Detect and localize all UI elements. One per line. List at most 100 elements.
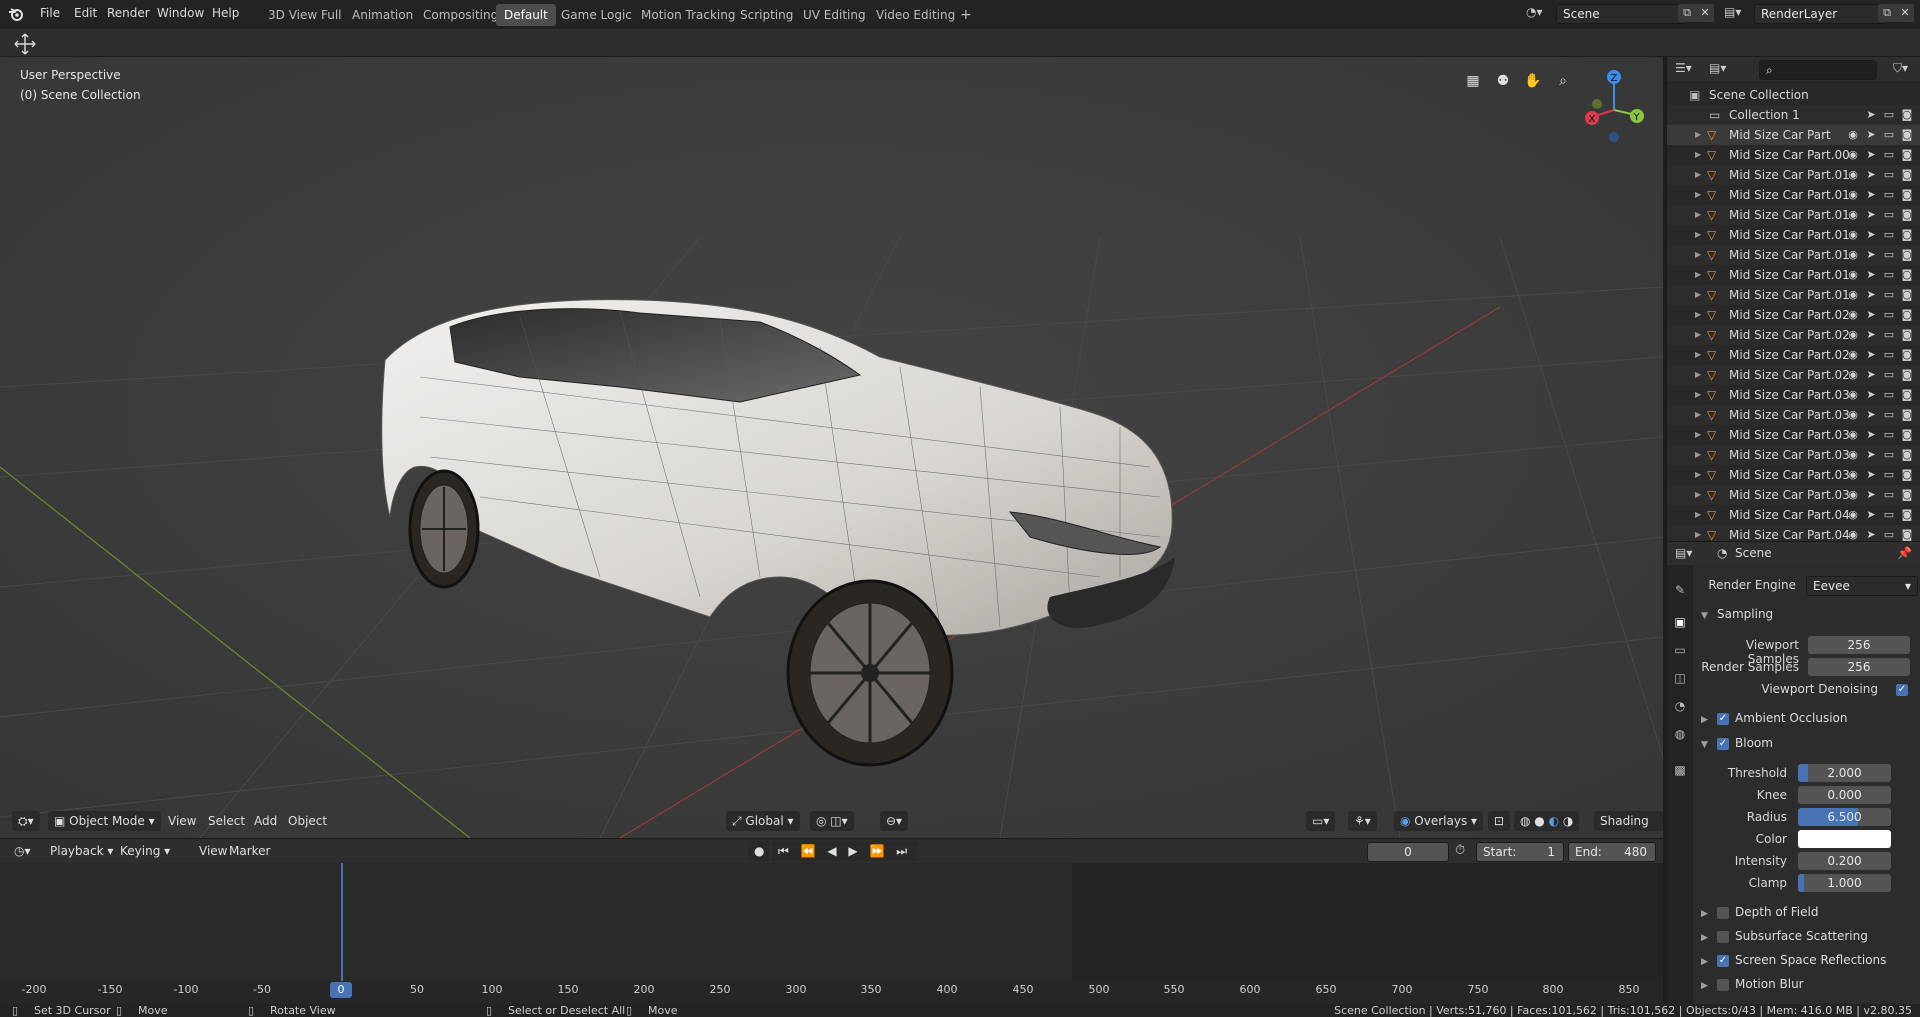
row-toggles[interactable]: ◉ ➤ ▭ ◙ [1844,525,1916,541]
timeline-editor-type-icon[interactable]: ◷▾ [8,841,37,861]
expand-arrow-icon[interactable]: ▶ [1695,285,1701,305]
expand-arrow-icon[interactable]: ▶ [1695,405,1701,425]
expand-arrow-icon[interactable]: ▶ [1695,365,1701,385]
tree-item-object[interactable]: ▶ ▽ Mid Size Car Part.01 ◉ ➤ ▭ ◙ [1667,285,1920,305]
outliner-search-input[interactable]: ⌕ [1759,60,1877,80]
row-toggles[interactable]: ◉ ➤ ▭ ◙ [1844,345,1916,365]
zoom-view-icon[interactable]: ⌕ [1553,73,1573,93]
panel-sampling[interactable]: ▼ Sampling [1701,603,1917,625]
tree-item-object[interactable]: ▶ ▽ Mid Size Car Part.02 ◉ ➤ ▭ ◙ [1667,325,1920,345]
tab-video-editing[interactable]: Video Editing [868,4,963,26]
expand-arrow-icon[interactable]: ▶ [1695,465,1701,485]
expand-arrow-icon[interactable]: ▶ [1695,345,1701,365]
menu-window[interactable]: Window [157,6,204,20]
row-toggles[interactable]: ◉ ➤ ▭ ◙ [1844,405,1916,425]
tab-animation[interactable]: Animation [344,4,421,26]
current-frame-field[interactable]: 0 [1367,842,1449,862]
gizmo-toggle-icon[interactable]: ⚘▾ [1348,811,1377,831]
row-toggles[interactable]: ◉ ➤ ▭ ◙ [1844,465,1916,485]
camera-view-icon[interactable]: ⚉ [1493,73,1513,93]
tree-item-object[interactable]: ▶ ▽ Mid Size Car Part.01 ◉ ➤ ▭ ◙ [1667,165,1920,185]
row-toggles[interactable]: ◉ ➤ ▭ ◙ [1844,185,1916,205]
start-frame-field[interactable]: Start: 1 [1476,842,1564,862]
row-toggles[interactable]: ◉ ➤ ▭ ◙ [1844,225,1916,245]
subsurface-checkbox[interactable] [1717,930,1729,943]
expand-arrow-icon[interactable]: ▶ [1695,385,1701,405]
tree-item-object[interactable]: ▶ ▽ Mid Size Car Part.03 ◉ ➤ ▭ ◙ [1667,485,1920,505]
tree-item-object[interactable]: ▶ ▽ Mid Size Car Part.02 ◉ ➤ ▭ ◙ [1667,305,1920,325]
row-toggles[interactable]: ◉ ➤ ▭ ◙ [1844,265,1916,285]
scene-name-field[interactable]: Scene [1556,4,1686,24]
clamp-field[interactable]: 1.000 [1798,874,1891,892]
snap-icon[interactable]: ⊖▾ [880,811,909,831]
new-view-layer-icon[interactable]: ⧉ [1878,4,1896,22]
intensity-field[interactable]: 0.200 [1798,852,1891,870]
expand-arrow-icon[interactable]: ▶ [1695,225,1701,245]
properties-editor-type-icon[interactable]: ▤▾ [1675,546,1692,560]
ambient-occlusion-checkbox[interactable]: ✓ [1717,712,1729,725]
view-layer-field[interactable]: RenderLayer [1754,4,1886,24]
overlays-dropdown[interactable]: ◉ Overlays ▾ [1394,811,1484,831]
row-toggles[interactable]: ◉ ➤ ▭ ◙ [1844,245,1916,265]
expand-arrow-icon[interactable]: ▶ [1695,145,1701,165]
panel-bloom[interactable]: ▼ ✓ Bloom [1701,732,1917,754]
threshold-field[interactable]: 2.000 [1798,764,1891,782]
render-tab-icon[interactable]: ▣ [1671,613,1689,631]
editor-type-icon[interactable]: ⛭▾ [12,811,40,831]
depth-of-field-checkbox[interactable] [1717,906,1729,919]
pan-view-icon[interactable]: ✋ [1523,73,1543,93]
menu-object[interactable]: Object [282,811,333,831]
3d-viewport[interactable]: User Perspective (0) Scene Collection ▦ … [0,57,1663,838]
playback-dropdown[interactable]: Playback ▾ [44,841,119,861]
motion-blur-checkbox[interactable] [1717,978,1729,991]
row-toggles[interactable]: ◉ ➤ ▭ ◙ [1844,145,1916,165]
row-toggles[interactable]: ◉ ➤ ▭ ◙ [1844,425,1916,445]
expand-arrow-icon[interactable]: ▶ [1695,485,1701,505]
panel-screen-space-reflections[interactable]: ▶ ✓ Screen Space Reflections [1701,949,1917,971]
delete-scene-icon[interactable]: ✕ [1696,4,1714,22]
expand-arrow-icon[interactable]: ▶ [1695,425,1701,445]
bloom-color-swatch[interactable] [1798,830,1891,848]
world-tab-icon[interactable]: ◍ [1671,725,1689,743]
filter-icon[interactable]: ⛉▾ [1893,61,1908,76]
orientation-dropdown[interactable]: ⤢ Global ▾ [726,811,800,831]
timeline-editor[interactable]: ◷▾ Playback ▾ Keying ▾ View Marker ● ⏮ ⏪… [0,838,1663,1005]
scene-selector-icon[interactable]: ◔▾ [1526,5,1554,23]
tree-item-object[interactable]: ▶ ▽ Mid Size Car Part.03 ◉ ➤ ▭ ◙ [1667,425,1920,445]
row-toggles[interactable]: ◉ ➤ ▭ ◙ [1844,505,1916,525]
add-workspace-icon[interactable]: + [952,4,980,26]
viewport-denoising-checkbox[interactable]: ✓ [1896,684,1908,696]
tree-item-object[interactable]: ▶ ▽ Mid Size Car Part ◉ ➤ ▭ ◙ [1667,125,1920,145]
output-tab-icon[interactable]: ▭ [1671,641,1689,659]
menu-render[interactable]: Render [107,6,150,20]
menu-add[interactable]: Add [248,811,283,831]
tree-item-scene-collection[interactable]: ▣ Scene Collection [1667,85,1920,105]
tree-item-object[interactable]: ▶ ▽ Mid Size Car Part.04 ◉ ➤ ▭ ◙ [1667,505,1920,525]
playback-controls[interactable]: ⏮ ⏪ ◀ ▶ ⏩ ⏭ [772,841,918,861]
render-engine-dropdown[interactable]: Eevee ▾ [1806,576,1918,596]
tree-item-object[interactable]: ▶ ▽ Mid Size Car Part.03 ◉ ➤ ▭ ◙ [1667,385,1920,405]
view-layer-icon[interactable]: ▤▾ [1724,5,1752,23]
tree-item-object[interactable]: ▶ ▽ Mid Size Car Part.02 ◉ ➤ ▭ ◙ [1667,365,1920,385]
tree-item-object[interactable]: ▶ ▽ Mid Size Car Part.02 ◉ ➤ ▭ ◙ [1667,345,1920,365]
scene-tab-icon[interactable]: ◔ [1671,697,1689,715]
tool-tab-icon[interactable]: ✎ [1671,581,1689,599]
tab-default[interactable]: Default [496,4,556,26]
texture-tab-icon[interactable]: ▩ [1671,761,1689,779]
display-mode-icon[interactable]: ▤▾ [1709,61,1726,75]
menu-select[interactable]: Select [202,811,251,831]
tree-item-object[interactable]: ▶ ▽ Mid Size Car Part.01 ◉ ➤ ▭ ◙ [1667,265,1920,285]
tab-game-logic[interactable]: Game Logic [553,4,640,26]
tree-item-object[interactable]: ▶ ▽ Mid Size Car Part.03 ◉ ➤ ▭ ◙ [1667,445,1920,465]
tab-scripting[interactable]: Scripting [732,4,801,26]
row-toggles[interactable]: ◉ ➤ ▭ ◙ [1844,485,1916,505]
row-toggles[interactable]: ◉ ➤ ▭ ◙ [1844,385,1916,405]
preview-range-icon[interactable]: ⏱ [1455,843,1473,861]
panel-subsurface-scattering[interactable]: ▶ Subsurface Scattering [1701,925,1917,947]
expand-arrow-icon[interactable]: ▶ [1695,245,1701,265]
expand-arrow-icon[interactable]: ▶ [1695,445,1701,465]
navigation-gizmo[interactable]: Z Y X [1576,67,1656,147]
outliner-tree[interactable]: ▣ Scene Collection ▭ Collection 1 ➤ ▭ ◙ ▶ ▽… [1667,85,1920,541]
expand-arrow-icon[interactable]: ▶ [1695,165,1701,185]
shading-dropdown[interactable]: Shading ▾ [1594,811,1663,838]
